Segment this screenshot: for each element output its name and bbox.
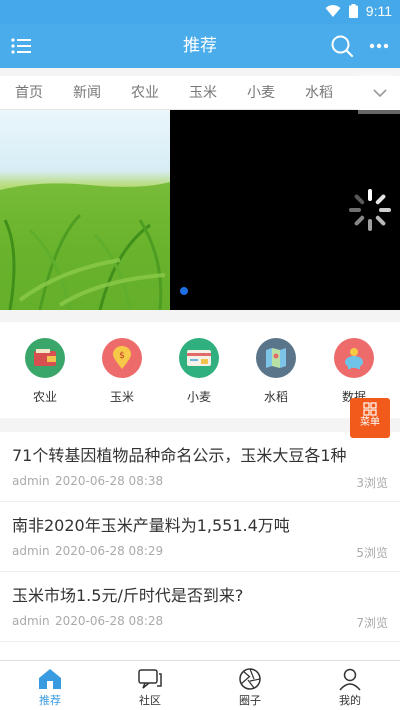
news-time: 2020-06-28 08:29: [55, 544, 164, 558]
news-title[interactable]: 南非2020年玉米产量料为1,551.4万吨: [12, 512, 290, 536]
wallet-icon: [25, 338, 65, 378]
category-agriculture[interactable]: 农业: [15, 338, 75, 405]
tab-corn[interactable]: 玉米: [189, 76, 217, 110]
category-label: 水稻: [263, 390, 288, 404]
spacer: [0, 310, 400, 322]
banner-carousel[interactable]: [0, 110, 400, 310]
nav-community[interactable]: 社区: [100, 661, 200, 710]
news-time: 2020-06-28 08:38: [55, 474, 164, 488]
category-grid: 农业 $ 玉米 小麦 水稻 数据: [0, 322, 400, 418]
wifi-icon: [325, 5, 341, 17]
nav-label: 我的: [339, 694, 361, 707]
clock: 9:11: [365, 3, 392, 19]
category-label: 小麦: [186, 390, 211, 404]
grid-icon: [363, 402, 377, 416]
category-data[interactable]: 数据: [324, 338, 384, 405]
list-item[interactable]: 玉米市场1.5元/斤时代是否到来? admin 2020-06-28 08:28…: [0, 572, 400, 642]
floating-menu-label: 菜单: [360, 417, 380, 428]
bottom-navigation: 推荐 社区 圈子 我的: [0, 660, 400, 710]
user-icon: [339, 668, 361, 691]
nav-label: 社区: [139, 694, 161, 707]
tab-home[interactable]: 首页: [15, 76, 43, 110]
piggy-bank-icon: [334, 338, 374, 378]
chevron-down-icon: [373, 89, 387, 98]
category-corn[interactable]: $ 玉米: [92, 338, 152, 405]
nav-mine[interactable]: 我的: [300, 661, 400, 710]
news-list: 71个转基因植物品种命名公示，玉米大豆各1种 admin 2020-06-28 …: [0, 432, 400, 642]
list-item[interactable]: 71个转基因植物品种命名公示，玉米大豆各1种 admin 2020-06-28 …: [0, 432, 400, 502]
news-views: 3浏览: [356, 476, 388, 490]
nav-label: 圈子: [239, 694, 261, 707]
nav-label: 推荐: [39, 694, 61, 707]
carousel-dot[interactable]: [180, 287, 188, 295]
location-coin-icon: $: [102, 338, 142, 378]
spacer: [0, 68, 400, 76]
search-icon[interactable]: [330, 34, 354, 58]
spacer: [0, 418, 400, 432]
tab-rice[interactable]: 水稻: [305, 76, 333, 110]
more-icon[interactable]: [368, 36, 390, 56]
tab-agriculture[interactable]: 农业: [131, 76, 159, 110]
nav-recommend[interactable]: 推荐: [0, 661, 100, 710]
battery-icon: [348, 4, 358, 18]
category-rice[interactable]: 水稻: [246, 338, 306, 405]
card-icon: [179, 338, 219, 378]
tab-wheat[interactable]: 小麦: [247, 76, 275, 110]
nav-circle[interactable]: 圈子: [200, 661, 300, 710]
video-progress: [358, 110, 400, 114]
news-author: admin: [12, 614, 50, 628]
home-icon: [39, 669, 61, 689]
news-title[interactable]: 玉米市场1.5元/斤时代是否到来?: [12, 582, 243, 606]
news-title[interactable]: 71个转基因植物品种命名公示，玉米大豆各1种: [12, 442, 347, 466]
list-item[interactable]: 南非2020年玉米产量料为1,551.4万吨 admin 2020-06-28 …: [0, 502, 400, 572]
app-bar: 推荐: [0, 24, 400, 68]
field-illustration: [0, 182, 170, 310]
category-label: 农业: [32, 390, 57, 404]
banner-video-slide[interactable]: [171, 110, 400, 310]
floating-menu-button[interactable]: 菜单: [350, 398, 390, 438]
tabs-expand-button[interactable]: [360, 76, 400, 110]
banner-image-field[interactable]: [0, 110, 170, 310]
news-time: 2020-06-28 08:28: [55, 614, 164, 628]
svg-text:$: $: [119, 351, 125, 361]
news-author: admin: [12, 474, 50, 488]
status-bar: 9:11: [0, 0, 400, 24]
community-icon: [138, 669, 162, 689]
loading-spinner-icon: [349, 189, 391, 231]
category-wheat[interactable]: 小麦: [169, 338, 229, 405]
tab-news[interactable]: 新闻: [73, 76, 101, 110]
news-author: admin: [12, 544, 50, 558]
news-views: 7浏览: [356, 616, 388, 630]
category-tabs: 首页 新闻 农业 玉米 小麦 水稻: [0, 76, 400, 110]
news-views: 5浏览: [356, 546, 388, 560]
category-label: 玉米: [109, 390, 134, 404]
map-icon: [256, 338, 296, 378]
circle-icon: [239, 668, 261, 690]
